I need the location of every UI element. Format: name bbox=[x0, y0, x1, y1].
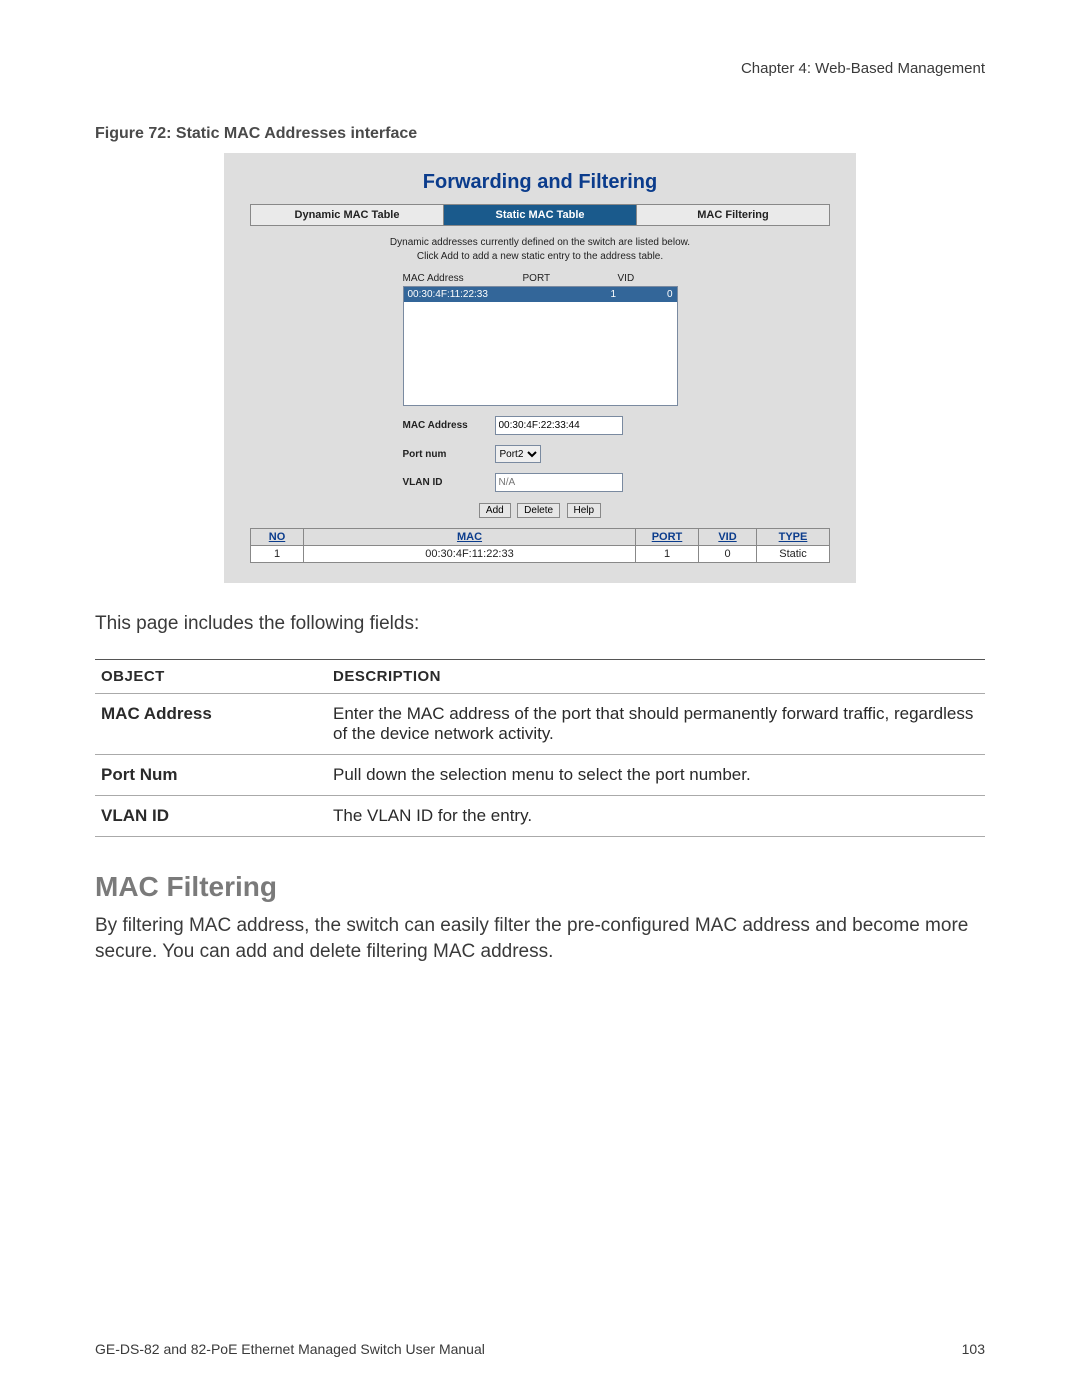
mac-address-label: MAC Address bbox=[403, 420, 495, 431]
vlan-id-input[interactable] bbox=[495, 473, 623, 492]
result-type: Static bbox=[757, 546, 830, 563]
listbox-row-selected[interactable]: 00:30:4F:11:22:33 1 0 bbox=[404, 287, 677, 302]
page-footer: GE-DS-82 and 82-PoE Ethernet Managed Swi… bbox=[95, 1341, 985, 1357]
form-row-vlan: VLAN ID bbox=[403, 473, 678, 492]
desc-row: VLAN ID The VLAN ID for the entry. bbox=[95, 796, 985, 837]
desc-header-description: DESCRIPTION bbox=[327, 660, 985, 694]
result-header-vid[interactable]: VID bbox=[699, 529, 757, 546]
listbox-headers: MAC Address PORT VID bbox=[403, 273, 678, 284]
col-port: PORT bbox=[523, 273, 618, 284]
result-mac: 00:30:4F:11:22:33 bbox=[304, 546, 636, 563]
desc-object: Port Num bbox=[95, 755, 327, 796]
result-header-mac[interactable]: MAC bbox=[304, 529, 636, 546]
tab-static-mac[interactable]: Static MAC Table bbox=[444, 205, 637, 226]
intro-text: This page includes the following fields: bbox=[95, 613, 985, 635]
listbox-port: 1 bbox=[523, 287, 620, 302]
button-row bbox=[403, 500, 678, 518]
listbox-mac: 00:30:4F:11:22:33 bbox=[404, 287, 524, 302]
form-row-mac: MAC Address bbox=[403, 416, 678, 435]
description-table: OBJECT DESCRIPTION MAC Address Enter the… bbox=[95, 659, 985, 837]
form-row-port: Port num Port2 bbox=[403, 445, 678, 463]
result-header-no[interactable]: NO bbox=[251, 529, 304, 546]
screenshot-panel: Forwarding and Filtering Dynamic MAC Tab… bbox=[224, 153, 856, 583]
tab-dynamic-mac[interactable]: Dynamic MAC Table bbox=[251, 205, 444, 226]
col-mac: MAC Address bbox=[403, 273, 523, 284]
screenshot-tabs: Dynamic MAC Table Static MAC Table MAC F… bbox=[250, 204, 830, 226]
result-row: 1 00:30:4F:11:22:33 1 0 Static bbox=[251, 546, 830, 563]
screenshot-title: Forwarding and Filtering bbox=[250, 171, 830, 194]
footer-page-number: 103 bbox=[962, 1341, 985, 1357]
section-heading: MAC Filtering bbox=[95, 871, 985, 903]
section-body: By filtering MAC address, the switch can… bbox=[95, 913, 985, 964]
delete-button[interactable] bbox=[517, 503, 560, 518]
info-line1: Dynamic addresses currently defined on t… bbox=[390, 237, 690, 248]
result-port: 1 bbox=[636, 546, 699, 563]
desc-row: MAC Address Enter the MAC address of the… bbox=[95, 694, 985, 755]
page: Chapter 4: Web-Based Management Figure 7… bbox=[0, 0, 1080, 1397]
screenshot-info: Dynamic addresses currently defined on t… bbox=[250, 236, 830, 263]
port-num-label: Port num bbox=[403, 449, 495, 460]
result-vid: 0 bbox=[699, 546, 757, 563]
result-no: 1 bbox=[251, 546, 304, 563]
chapter-header: Chapter 4: Web-Based Management bbox=[95, 60, 985, 77]
desc-row: Port Num Pull down the selection menu to… bbox=[95, 755, 985, 796]
result-table: NO MAC PORT VID TYPE 1 00:30:4F:11:22:33… bbox=[250, 528, 830, 563]
desc-description: Pull down the selection menu to select t… bbox=[327, 755, 985, 796]
vlan-id-label: VLAN ID bbox=[403, 477, 495, 488]
mac-address-input[interactable] bbox=[495, 416, 623, 435]
address-listbox[interactable]: 00:30:4F:11:22:33 1 0 bbox=[403, 286, 678, 406]
desc-header-object: OBJECT bbox=[95, 660, 327, 694]
result-header-port[interactable]: PORT bbox=[636, 529, 699, 546]
desc-description: The VLAN ID for the entry. bbox=[327, 796, 985, 837]
listbox-vid: 0 bbox=[620, 287, 677, 302]
footer-left: GE-DS-82 and 82-PoE Ethernet Managed Swi… bbox=[95, 1341, 485, 1357]
col-vid: VID bbox=[618, 273, 678, 284]
desc-description: Enter the MAC address of the port that s… bbox=[327, 694, 985, 755]
tab-mac-filtering[interactable]: MAC Filtering bbox=[637, 205, 830, 226]
help-button[interactable] bbox=[567, 503, 602, 518]
desc-object: MAC Address bbox=[95, 694, 327, 755]
figure-caption: Figure 72: Static MAC Addresses interfac… bbox=[95, 125, 985, 143]
result-header-type[interactable]: TYPE bbox=[757, 529, 830, 546]
info-line2: Click Add to add a new static entry to t… bbox=[417, 251, 663, 262]
add-button[interactable] bbox=[479, 503, 511, 518]
desc-object: VLAN ID bbox=[95, 796, 327, 837]
port-num-select[interactable]: Port2 bbox=[495, 445, 541, 463]
screenshot-midblock: MAC Address PORT VID 00:30:4F:11:22:33 1… bbox=[403, 273, 678, 518]
